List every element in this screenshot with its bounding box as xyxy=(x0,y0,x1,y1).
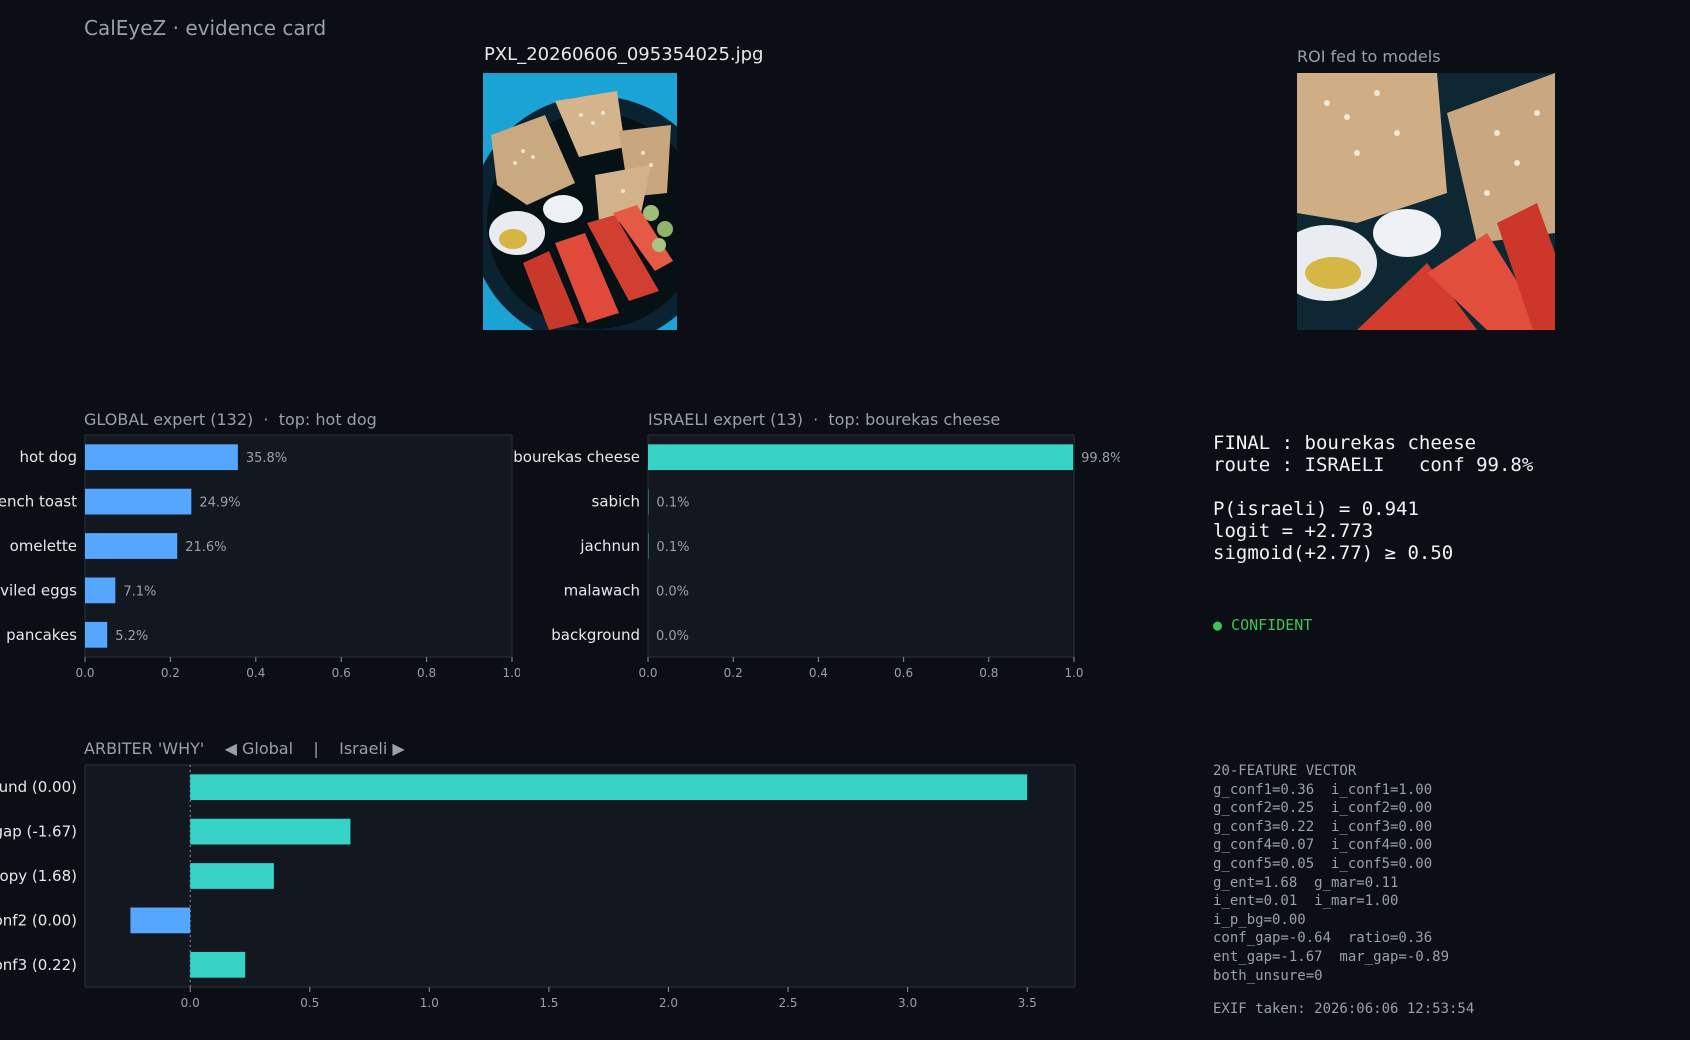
x-tick-label: 3.5 xyxy=(1018,996,1037,1010)
category-label: i_p_background (0.00) xyxy=(0,778,77,797)
feature-line: i_p_bg=0.00 xyxy=(1213,911,1306,928)
final-line-1: FINAL : bourekas cheese xyxy=(1213,432,1477,454)
feature-line: g_conf1=0.36 i_conf1=1.00 xyxy=(1213,781,1433,798)
feature-line: g_conf2=0.25 i_conf2=0.00 xyxy=(1213,800,1433,817)
bar xyxy=(190,818,351,845)
data-label: 7.1% xyxy=(123,584,156,599)
bar xyxy=(85,621,108,648)
data-label: 0.1% xyxy=(656,540,689,555)
x-tick-label: 0.0 xyxy=(75,666,94,680)
global-title-prefix: GLOBAL expert (132) xyxy=(84,410,254,429)
x-tick-label: 0.8 xyxy=(417,666,436,680)
x-tick-label: 0.2 xyxy=(161,666,180,680)
israeli-title-prefix: ISRAELI expert (13) xyxy=(648,410,803,429)
arbiter-chart: i_p_background (0.00) ent_gap (-1.67) g_en… xyxy=(0,764,1076,1010)
x-tick-label: 1.0 xyxy=(1064,666,1083,680)
arbiter-right-label: Israeli ▶ xyxy=(339,739,405,758)
global-title-top: top: hot dog xyxy=(278,410,377,429)
x-tick-label: 2.0 xyxy=(659,996,678,1010)
category-label: omelette xyxy=(10,537,77,555)
data-label: 0.0% xyxy=(656,584,689,599)
feature-line: ent_gap=-1.67 mar_gap=-0.89 xyxy=(1213,948,1450,965)
confidence-status: ● CONFIDENT xyxy=(1213,616,1313,634)
global-expert-chart: hot dog 35.8% french toast 24.9% omelette 21.… xyxy=(0,434,520,680)
category-label: ent_gap (-1.67) xyxy=(0,823,77,842)
category-label: french toast xyxy=(0,493,77,511)
category-label: bourekas cheese xyxy=(513,448,640,466)
data-label: 0.0% xyxy=(656,629,689,644)
category-label: malawach xyxy=(564,581,640,599)
bar xyxy=(190,863,274,889)
x-tick-label: 0.6 xyxy=(332,666,351,680)
x-tick-label: 0.5 xyxy=(300,996,319,1010)
feature-line: g_conf4=0.07 i_conf4=0.00 xyxy=(1213,837,1433,854)
israeli-expert-chart: bourekas cheese 99.8% sabich 0.1% jachnun 0.1… xyxy=(513,434,1120,680)
x-tick-label: 1.5 xyxy=(539,996,558,1010)
app-title: CalEyeZ · evidence card xyxy=(84,16,327,40)
data-label: 5.2% xyxy=(115,629,148,644)
israeli-expert-title: ISRAELI expert (13) · top: bourekas chee… xyxy=(648,410,1000,429)
category-label: g_entropy (1.68) xyxy=(0,867,77,886)
final-line-5: sigmoid(+2.77) ≥ 0.50 xyxy=(1213,542,1454,564)
bar xyxy=(130,907,191,934)
global-expert-title: GLOBAL expert (132) · top: hot dog xyxy=(84,410,377,429)
x-tick-label: 1.0 xyxy=(420,996,439,1010)
final-line-3: P(israeli) = 0.941 xyxy=(1213,498,1419,520)
category-label: deviled eggs xyxy=(0,581,77,599)
arbiter-divider: | xyxy=(313,739,319,758)
feature-line: conf_gap=-0.64 ratio=0.36 xyxy=(1213,930,1433,947)
feature-vector-title: 20-FEATURE VECTOR xyxy=(1213,763,1357,779)
final-line-4: logit = +2.773 xyxy=(1213,520,1374,542)
global-title-sep: · xyxy=(263,410,269,429)
bar xyxy=(190,774,1028,801)
category-label: hot dog xyxy=(19,448,77,466)
final-decision-block: FINAL : bourekas cheese route : ISRAELI c… xyxy=(1213,432,1533,564)
category-label: pancakes xyxy=(6,626,77,644)
roi-label: ROI fed to models xyxy=(1297,47,1441,66)
israeli-title-sep: · xyxy=(813,410,819,429)
data-label: 24.9% xyxy=(199,496,240,511)
x-tick-label: 0.4 xyxy=(809,666,828,680)
final-line-2: route : ISRAELI conf 99.8% xyxy=(1213,454,1534,476)
feature-line: g_ent=1.68 g_mar=0.11 xyxy=(1213,874,1399,891)
feature-line: g_conf5=0.05 i_conf5=0.00 xyxy=(1213,855,1433,872)
food-photo xyxy=(483,73,677,330)
x-tick-label: 2.5 xyxy=(778,996,797,1010)
data-label: 21.6% xyxy=(185,540,226,555)
x-tick-label: 3.0 xyxy=(898,996,917,1010)
feature-line: both_unsure=0 xyxy=(1213,967,1323,984)
bar xyxy=(85,533,178,559)
x-tick-label: 0.4 xyxy=(246,666,265,680)
bar xyxy=(85,577,116,604)
arbiter-title-text: ARBITER 'WHY' xyxy=(84,739,205,758)
x-tick-label: 0.8 xyxy=(979,666,998,680)
x-tick-label: 0.2 xyxy=(724,666,743,680)
bar xyxy=(648,444,1074,471)
israeli-title-top: top: bourekas cheese xyxy=(828,410,1001,429)
category-label: g_conf3 (0.22) xyxy=(0,956,77,975)
bar xyxy=(85,488,192,515)
image-filename: PXL_20260606_095354025.jpg xyxy=(484,44,764,65)
category-label: jachnun xyxy=(579,537,640,555)
roi-photo xyxy=(1297,73,1555,330)
feature-line: g_conf3=0.22 i_conf3=0.00 xyxy=(1213,818,1433,835)
data-label: 0.1% xyxy=(656,496,689,511)
x-tick-label: 0.0 xyxy=(181,996,200,1010)
x-tick-label: 0.6 xyxy=(894,666,913,680)
exif-timestamp: EXIF taken: 2026:06:06 12:53:54 xyxy=(1213,1001,1475,1017)
data-label: 99.8% xyxy=(1081,451,1120,466)
data-label: 35.8% xyxy=(246,451,287,466)
bar xyxy=(85,444,238,471)
feature-vector-block: 20-FEATURE VECTOR g_conf1=0.36 i_conf1=1.… xyxy=(1213,762,1449,985)
category-label: sabich xyxy=(592,493,640,511)
category-label: i_conf2 (0.00) xyxy=(0,911,77,930)
arbiter-left-label: ◀ Global xyxy=(224,739,294,758)
bar xyxy=(190,951,246,978)
x-tick-label: 0.0 xyxy=(638,666,657,680)
category-label: background xyxy=(551,626,640,644)
feature-line: i_ent=0.01 i_mar=1.00 xyxy=(1213,893,1399,910)
arbiter-title: ARBITER 'WHY' ◀ Global | Israeli ▶ xyxy=(84,739,405,758)
